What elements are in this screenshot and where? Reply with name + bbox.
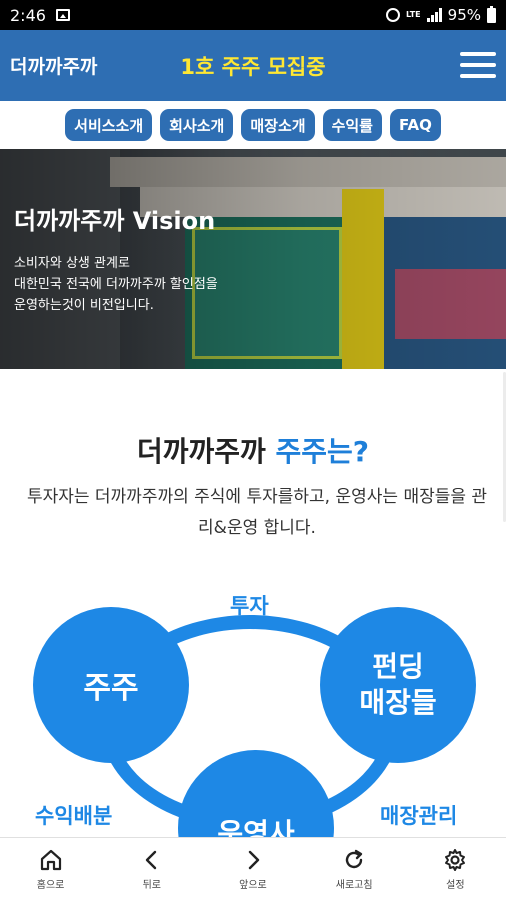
refresh-button[interactable]: 새로고침 xyxy=(309,848,399,891)
back-label: 뒤로 xyxy=(142,879,161,891)
nav-returns[interactable]: 수익률 xyxy=(322,109,382,141)
hero-desc-line: 운영하는것이 비전입니다. xyxy=(14,298,154,313)
hero-banner: 더까까주까 Vision 소비자와 상생 관계로 대한민국 전국에 더까까주까 … xyxy=(0,149,506,369)
refresh-label: 새로고침 xyxy=(335,879,373,891)
home-label: 홈으로 xyxy=(36,879,65,891)
battery-percent: 95% xyxy=(447,6,481,24)
home-button[interactable]: 홈으로 xyxy=(6,848,96,891)
gear-icon xyxy=(445,848,466,871)
shareholder-circle: 주주 xyxy=(33,607,189,763)
status-bar: 2:46 LTE 95% xyxy=(0,0,506,30)
alarm-icon xyxy=(385,8,400,22)
shareholder-diagram: 주주 펀딩 매장들 운영사 투자 수익배분 매장관리 xyxy=(0,585,506,837)
nav-company-intro[interactable]: 회사소개 xyxy=(160,109,234,141)
signal-icon xyxy=(426,8,442,22)
hamburger-menu-icon[interactable] xyxy=(460,52,496,78)
section-description: 투자자는 더까까주까의 주식에 투자를하고, 운영사는 매장들을 관리&운영 합… xyxy=(26,487,488,538)
settings-button[interactable]: 설정 xyxy=(410,848,500,891)
hero-description: 소비자와 상생 관계로 대한민국 전국에 더까까주까 할인점을 운영하는것이 비… xyxy=(14,253,294,316)
battery-icon xyxy=(487,5,496,23)
store-manage-label: 매장관리 xyxy=(380,804,458,828)
chevron-right-icon xyxy=(248,850,260,869)
operator-label: 운영사 xyxy=(217,817,295,837)
store-label-line2: 매장들 xyxy=(359,686,437,719)
section-title: 더까까주까 주주는? xyxy=(0,430,506,470)
funding-stores-circle: 펀딩 매장들 xyxy=(320,607,476,763)
settings-label: 설정 xyxy=(446,879,465,891)
section-title-main: 더까까주까 xyxy=(136,435,276,468)
profit-share-label: 수익배분 xyxy=(35,804,113,828)
nav-faq[interactable]: FAQ xyxy=(389,109,441,141)
forward-button[interactable]: 앞으로 xyxy=(208,848,298,891)
nav-store-intro[interactable]: 매장소개 xyxy=(241,109,315,141)
image-notification-icon xyxy=(55,9,70,21)
section-title-accent: 주주는? xyxy=(275,435,370,468)
nav-service-intro[interactable]: 서비스소개 xyxy=(65,109,153,141)
brand-title[interactable]: 더까까주까 xyxy=(10,52,160,79)
shareholder-label: 주주 xyxy=(83,671,139,706)
store-label-line1: 펀딩 xyxy=(372,650,424,683)
chevron-left-icon xyxy=(145,850,156,869)
hero-desc-line: 대한민국 전국에 더까까주까 할인점을 xyxy=(14,277,218,292)
hero-title: 더까까주까 Vision xyxy=(14,207,216,235)
forward-label: 앞으로 xyxy=(239,879,267,891)
back-button[interactable]: 뒤로 xyxy=(107,848,197,891)
network-type: LTE xyxy=(405,10,421,19)
top-nav: 서비스소개 회사소개 매장소개 수익률 FAQ xyxy=(0,101,506,149)
status-time: 2:46 xyxy=(10,5,46,25)
invest-label: 투자 xyxy=(230,594,269,618)
refresh-icon xyxy=(346,849,363,868)
app-header: 더까까주까 1호 주주 모집중 xyxy=(0,30,506,101)
home-icon xyxy=(40,849,61,870)
hero-desc-line: 소비자와 상생 관계로 xyxy=(14,256,130,271)
bottom-nav: 홈으로 뒤로 앞으로 새로고침 설정 xyxy=(0,837,506,900)
